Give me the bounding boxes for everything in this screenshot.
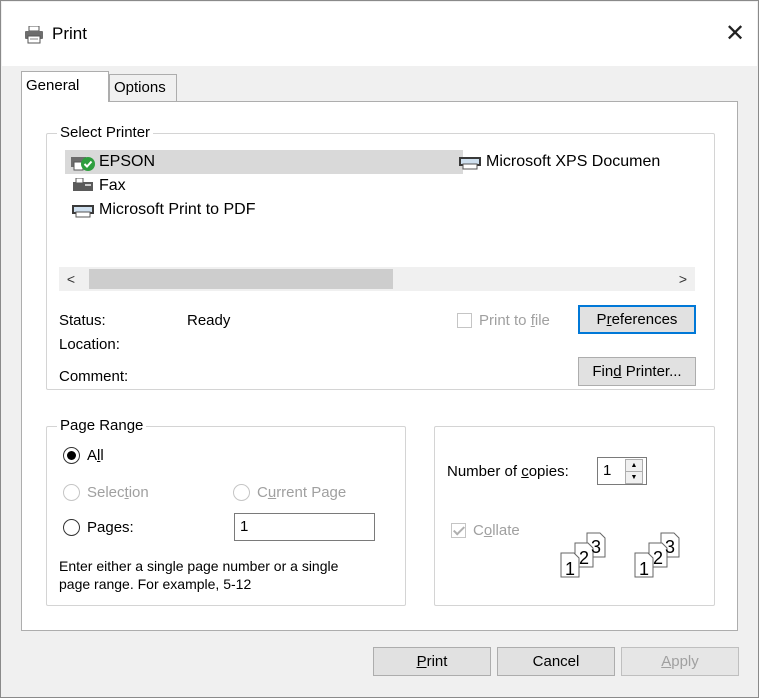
page-range-legend: Page Range	[57, 417, 147, 435]
collate-pages-icon: 1 2 3	[634, 532, 680, 579]
printer-name: Microsoft Print to PDF	[99, 201, 256, 218]
apply-button[interactable]: Apply	[621, 647, 739, 676]
printer-icon	[459, 157, 481, 170]
page-range-hint-line2: page range. For example, 5-12	[59, 576, 252, 592]
tab-options[interactable]: Options	[109, 74, 177, 102]
printer-item-microsoft-xps[interactable]: Microsoft XPS Documen	[452, 150, 660, 174]
printer-icon	[72, 205, 94, 218]
fax-icon	[73, 178, 93, 191]
all-radio[interactable]	[63, 447, 80, 464]
pages-label: Pages:	[87, 519, 134, 536]
printer-list[interactable]: EPSON Fax Microsoft Print to PDF Microso…	[47, 134, 714, 254]
scroll-thumb[interactable]	[89, 269, 393, 289]
collate-page-number: 3	[665, 537, 675, 557]
print-to-file-label: Print to file	[479, 312, 550, 329]
collate-page-number: 2	[653, 548, 663, 568]
printer-default-icon	[71, 157, 95, 171]
printer-icon	[24, 25, 44, 44]
print-button[interactable]: Print	[373, 647, 491, 676]
all-label: All	[87, 447, 104, 464]
print-dialog: Print ✕ General Options Select Printer E…	[0, 0, 759, 698]
printer-item-epson[interactable]: EPSON	[65, 150, 463, 174]
number-of-copies-label: Number of copies:	[447, 463, 569, 480]
status-value: Ready	[187, 312, 231, 329]
status-label: Status:	[59, 312, 106, 329]
select-printer-group: Select Printer EPSON Fax Microsoft Print…	[46, 124, 715, 390]
current-page-radio[interactable]	[233, 484, 250, 501]
scroll-left-icon[interactable]: <	[59, 267, 83, 291]
collate-page-number: 1	[639, 559, 649, 579]
tab-general[interactable]: General	[21, 71, 109, 102]
collate-page-number: 1	[565, 559, 575, 579]
printer-name: Microsoft XPS Documen	[486, 153, 661, 170]
location-label: Location:	[59, 336, 120, 353]
close-icon: ✕	[724, 20, 746, 47]
collate-pages-icon: 1 2 3	[560, 532, 606, 579]
collate-checkbox[interactable]	[451, 523, 466, 538]
general-tab-panel: Select Printer EPSON Fax Microsoft Print…	[21, 101, 738, 631]
printer-list-scrollbar[interactable]: < >	[59, 267, 695, 291]
window-title: Print	[52, 24, 87, 43]
find-printer-button[interactable]: Find Printer...	[578, 357, 696, 386]
copies-group: Number of copies: 1 ▲ ▼ Collate 1 2 3 1 …	[434, 426, 715, 606]
printer-item-microsoft-print-to-pdf[interactable]: Microsoft Print to PDF	[65, 198, 255, 222]
page-range-group: Page Range All Selection Current Page Pa…	[46, 417, 406, 606]
collate-page-number: 3	[591, 537, 601, 557]
preferences-button[interactable]: Preferences	[578, 305, 696, 334]
page-range-hint-line1: Enter either a single page number or a s…	[59, 558, 339, 574]
printer-name: Fax	[99, 177, 126, 194]
collate-page-number: 2	[579, 548, 589, 568]
printer-item-fax[interactable]: Fax	[65, 174, 126, 198]
close-button[interactable]: ✕	[721, 20, 749, 48]
collate-label: Collate	[473, 522, 520, 539]
comment-label: Comment:	[59, 368, 129, 385]
title-bar: Print ✕	[2, 2, 757, 66]
printer-name: EPSON	[99, 153, 156, 170]
selection-radio[interactable]	[63, 484, 80, 501]
current-page-label: Current Page	[257, 484, 347, 501]
cancel-button[interactable]: Cancel	[497, 647, 615, 676]
print-to-file-checkbox[interactable]	[457, 313, 472, 328]
pages-input[interactable]: 1	[234, 513, 375, 541]
selection-label: Selection	[87, 484, 149, 501]
copies-decrement-icon[interactable]: ▼	[625, 471, 643, 484]
scroll-right-icon[interactable]: >	[671, 267, 695, 291]
pages-radio[interactable]	[63, 519, 80, 536]
